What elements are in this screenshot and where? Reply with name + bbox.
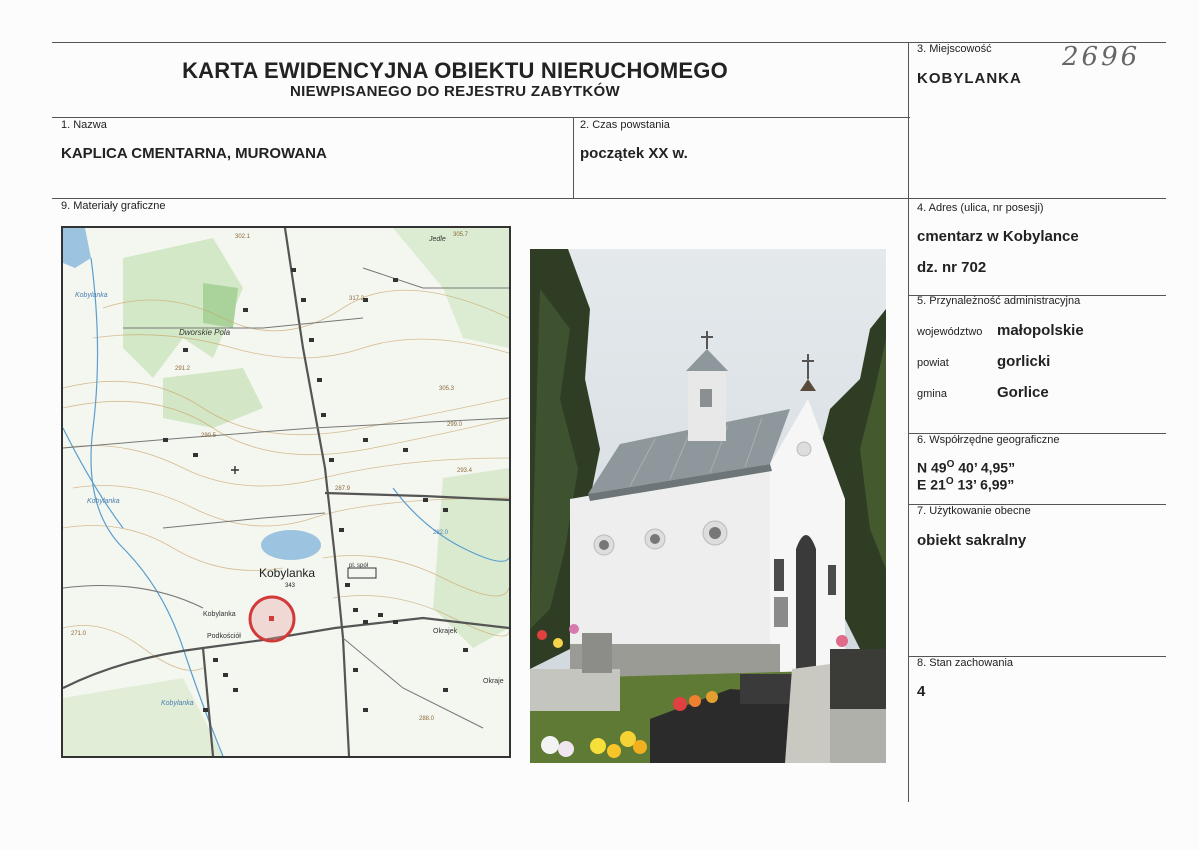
- map-height-6: 290.5: [201, 433, 217, 439]
- map-place-9: Okraje: [483, 678, 504, 685]
- nazwa-value: KAPLICA CMENTARNA, MUROWANA: [61, 145, 327, 162]
- chapel-photo: [530, 249, 886, 763]
- map-place-1: Kobylanka: [75, 292, 108, 299]
- title-bottom-border: [52, 117, 910, 118]
- przynaleznosc-label: 5. Przynależność administracyjna: [917, 295, 1081, 307]
- stan-label: 8. Stan zachowania: [917, 657, 1014, 669]
- map-height-7: 299.0: [447, 422, 463, 428]
- map-place-5: Podkościół: [207, 633, 241, 640]
- adres-label: 4. Adres (ulica, nr posesji): [917, 202, 1044, 214]
- map-place-10: pl. spół: [349, 563, 369, 569]
- stan-value: 4: [917, 683, 926, 700]
- document-subtitle: NIEWPISANEGO DO REJESTRU ZABYTKÓW: [290, 83, 620, 100]
- map-place-8: Kobylanka: [161, 700, 194, 707]
- adres-line1: cmentarz w Kobylance: [917, 228, 1079, 245]
- wojewodztwo-value: małopolskie: [997, 322, 1084, 339]
- miejscowosc-label: 3. Miejscowość: [917, 43, 992, 55]
- uzytkowanie-value: obiekt sakralny: [917, 532, 1027, 549]
- nazwa-label: 1. Nazwa: [61, 119, 107, 131]
- map-height-3: 317.2: [349, 296, 365, 302]
- name-time-divider: [573, 117, 574, 198]
- wojewodztwo-label: województwo: [917, 326, 983, 338]
- map-height-10: 282.0: [433, 530, 449, 536]
- map-height-5: 305.3: [439, 386, 455, 392]
- map-height-1: 302.1: [235, 234, 251, 240]
- map-place-2: Dworskie Pola: [179, 328, 231, 337]
- document-title: KARTA EWIDENCYJNA OBIEKTU NIERUCHOMEGO: [182, 58, 728, 83]
- map-place-7: Kobylanka: [87, 498, 120, 505]
- czas-label: 2. Czas powstania: [580, 119, 670, 131]
- adres-line2: dz. nr 702: [917, 259, 987, 276]
- materialy-label: 9. Materiały graficzne: [61, 200, 166, 212]
- top-border: [52, 42, 1166, 43]
- map-place-4: Okrajek: [433, 628, 458, 635]
- map-town-height: 343: [285, 583, 296, 589]
- map-height-12: 288.0: [419, 716, 435, 722]
- miejscowosc-value: KOBYLANKA: [917, 70, 1022, 87]
- map-height-11: 271.0: [71, 631, 87, 637]
- coordinate-e: E 21O 13’ 6,99”: [917, 476, 1015, 493]
- topographic-map: Kobylanka 343 Kobylanka Dworskie Pola Je…: [61, 226, 511, 758]
- czas-value: początek XX w.: [580, 145, 688, 162]
- right-column-divider: [908, 42, 909, 802]
- map-place-3: Jedle: [429, 236, 446, 243]
- map-height-4: 291.2: [175, 366, 191, 372]
- gmina-label: gmina: [917, 388, 947, 400]
- name-bottom-border: [52, 198, 1166, 199]
- map-height-9: 287.9: [335, 486, 351, 492]
- coordinate-n: N 49O 40’ 4,95”: [917, 459, 1016, 476]
- powiat-value: gorlicki: [997, 353, 1051, 370]
- wspolrzedne-label: 6. Współrzędne geograficzne: [917, 434, 1060, 446]
- handwritten-number: 2696: [1062, 42, 1141, 72]
- gmina-value: Gorlice: [997, 384, 1049, 401]
- chapel-photo-graphic: [530, 249, 886, 763]
- uzytkowanie-label: 7. Użytkowanie obecne: [917, 505, 1031, 517]
- map-height-2: 305.7: [453, 232, 469, 238]
- map-height-8: 293.4: [457, 468, 473, 474]
- map-town-label: Kobylanka: [259, 566, 316, 580]
- map-graphic: [63, 228, 509, 756]
- powiat-label: powiat: [917, 357, 949, 369]
- map-place-6: Kobylanka: [203, 611, 236, 618]
